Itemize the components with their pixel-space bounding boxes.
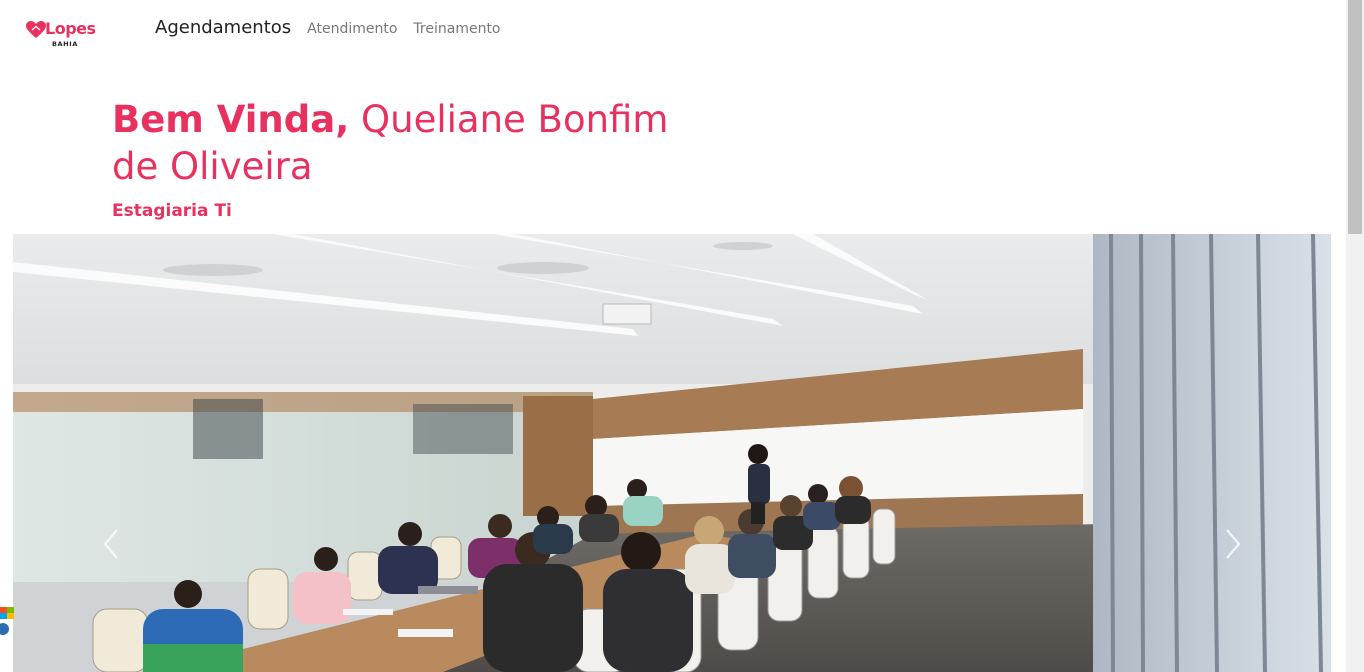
main-nav: Agendamentos Atendimento Treinamento bbox=[155, 17, 501, 38]
welcome-heading: Bem Vinda, Queliane Bonfim de Oliveira bbox=[112, 96, 672, 190]
user-role: Estagiaria Ti bbox=[112, 201, 232, 221]
page: Lopes BAHIA Agendamentos Atendimento Tre… bbox=[0, 0, 1364, 672]
heart-icon bbox=[26, 21, 46, 38]
vertical-scrollbar[interactable] bbox=[1346, 0, 1364, 672]
welcome-section: Bem Vinda, Queliane Bonfim de Oliveira E… bbox=[112, 96, 672, 222]
image-carousel[interactable] bbox=[13, 234, 1331, 672]
carousel-next-button[interactable] bbox=[1217, 524, 1247, 564]
chevron-right-icon bbox=[1226, 529, 1241, 559]
nav-item-atendimento[interactable]: Atendimento bbox=[307, 21, 397, 37]
nav-item-treinamento[interactable]: Treinamento bbox=[413, 21, 500, 37]
nav-item-agendamentos[interactable]: Agendamentos bbox=[155, 17, 291, 38]
brand-logo[interactable]: Lopes BAHIA bbox=[26, 18, 106, 54]
welcome-prefix: Bem Vinda, bbox=[112, 98, 350, 141]
carousel-image-meeting-room bbox=[13, 234, 1331, 672]
scrollbar-thumb[interactable] bbox=[1348, 0, 1362, 234]
brand-name: Lopes bbox=[45, 19, 96, 38]
chevron-left-icon bbox=[103, 529, 118, 559]
carousel-prev-button[interactable] bbox=[97, 524, 127, 564]
windows-start-icon[interactable] bbox=[0, 605, 14, 637]
navbar: Lopes BAHIA Agendamentos Atendimento Tre… bbox=[0, 0, 1346, 62]
brand-subtitle: BAHIA bbox=[52, 40, 78, 48]
